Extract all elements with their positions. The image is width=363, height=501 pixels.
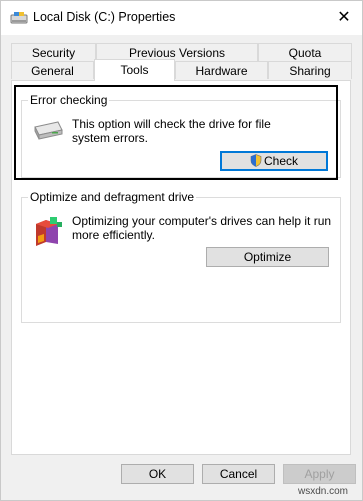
tab-sharing[interactable]: Sharing — [268, 61, 352, 79]
title-bar: Local Disk (C:) Properties ✕ — [1, 1, 362, 35]
optimize-group: Optimize and defragment drive Optimizing… — [21, 190, 341, 323]
tab-general[interactable]: General — [11, 61, 94, 79]
apply-button[interactable]: Apply — [283, 464, 356, 484]
tab-hardware[interactable]: Hardware — [175, 61, 268, 79]
optimize-description-line2: more efficiently. — [72, 228, 155, 242]
optimize-button[interactable]: Optimize — [206, 247, 329, 267]
tab-tools[interactable]: Tools — [94, 59, 175, 81]
properties-window: Local Disk (C:) Properties ✕ Security Pr… — [0, 0, 363, 501]
error-checking-highlight-box — [14, 85, 338, 180]
close-button[interactable]: ✕ — [333, 7, 355, 29]
ok-button[interactable]: OK — [121, 464, 194, 484]
optimize-title: Optimize and defragment drive — [28, 190, 197, 204]
drive-icon — [10, 12, 28, 24]
watermark: wsxdn.com — [298, 486, 349, 497]
tab-quota[interactable]: Quota — [258, 43, 352, 61]
tab-security[interactable]: Security — [11, 43, 96, 61]
cancel-button[interactable]: Cancel — [202, 464, 275, 484]
optimize-description-line1: Optimizing your computer's drives can he… — [72, 214, 332, 228]
window-title: Local Disk (C:) Properties — [33, 10, 176, 24]
defrag-icon — [36, 217, 62, 246]
